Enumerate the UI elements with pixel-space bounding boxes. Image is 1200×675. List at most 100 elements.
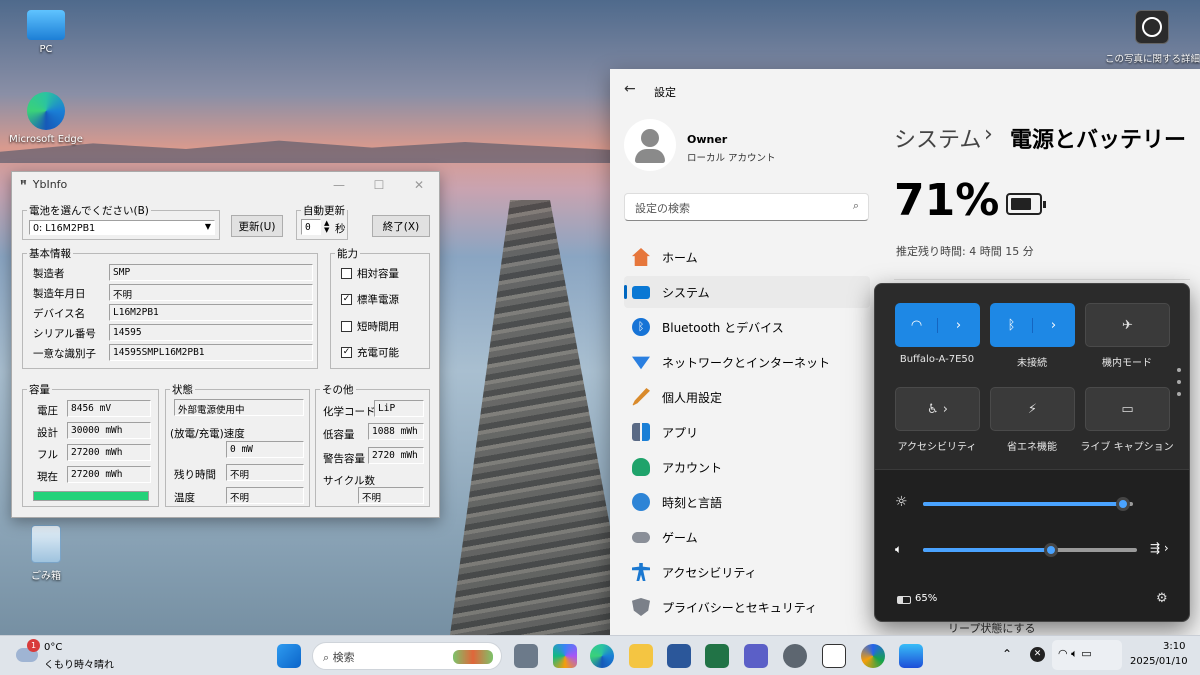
maps-icon[interactable] (861, 644, 885, 668)
volume-slider[interactable] (923, 543, 1137, 557)
task-view-icon[interactable] (514, 644, 538, 668)
capacity-progress-bar (33, 491, 149, 501)
nav-item-network[interactable]: ネットワークとインターネット (624, 346, 870, 378)
search-placeholder: 設定の検索 (635, 202, 690, 215)
temp-value: 不明 (226, 487, 304, 504)
bluetooth-tile[interactable]: ᛒ › (990, 303, 1075, 347)
word-icon[interactable] (667, 644, 691, 668)
nav-item-home[interactable]: ホーム (624, 241, 870, 273)
page-dot[interactable] (1177, 380, 1181, 384)
page-title: 電源とバッテリー (1010, 128, 1187, 153)
ability-checkbox[interactable]: ✓ 充電可能 (341, 345, 399, 360)
auto-update-input[interactable]: 0 (301, 219, 321, 235)
weather-temp[interactable]: 0°C (44, 642, 62, 653)
back-arrow-icon[interactable]: ← (624, 81, 636, 97)
settings-search-input[interactable]: 設定の検索 ⌕ (624, 193, 869, 221)
ybinfo-window: ꟸ YbInfo — ☐ ✕ 電池を選んでください(B) 0: L16M2PB1 ▼ … (11, 171, 440, 518)
nav-item-accessibility[interactable]: アクセシビリティ (624, 556, 870, 588)
seconds-label: 秒 (335, 223, 346, 235)
nav-item-accounts[interactable]: アカウント (624, 451, 870, 483)
battery-icon: ▭ (1081, 647, 1092, 660)
file-explorer-icon[interactable] (629, 644, 653, 668)
nav-label: プライバシーとセキュリティ (662, 600, 818, 615)
nav-item-apps[interactable]: アプリ (624, 416, 870, 448)
chevron-right-icon[interactable]: › (937, 317, 979, 333)
battery-select[interactable]: 0: L16M2PB1 ▼ (29, 220, 215, 235)
start-icon[interactable] (277, 644, 301, 668)
edge-icon[interactable] (590, 644, 614, 668)
battery-select-group: 電池を選んでください(B) 0: L16M2PB1 ▼ (22, 203, 220, 240)
desktop-icon-pc[interactable]: PC (6, 10, 86, 55)
ybinfo-app-icon[interactable] (822, 644, 846, 668)
remain-label: 残り時間 (174, 469, 216, 481)
bluetooth-label: 未接続 (1017, 358, 1047, 369)
ability-group: 能力 相対容量 ✓ 標準電源 短時間用 ✓ 充電可能 (330, 246, 430, 369)
exit-button[interactable]: 終了(X) (372, 215, 430, 237)
breadcrumb-parent[interactable]: システム (894, 122, 981, 154)
airplane-icon: ✈ (1122, 317, 1133, 333)
clock-time[interactable]: 3:10 (1163, 641, 1185, 652)
wifi-tile[interactable]: ◠ › (895, 303, 980, 347)
brightness-slider[interactable] (923, 497, 1133, 511)
spinner-arrows-icon[interactable]: ▲ ▼ (324, 220, 329, 234)
recycle-bin-icon (31, 525, 61, 563)
desktop-icon-edge[interactable]: Microsoft Edge (6, 92, 86, 145)
nav-item-privacy[interactable]: プライバシーとセキュリティ (624, 591, 870, 623)
device-name-label: デバイス名 (33, 308, 86, 320)
page-dot[interactable] (1177, 368, 1181, 372)
close-icon[interactable]: ✕ (399, 178, 439, 192)
shield-icon (632, 598, 650, 616)
close-icon[interactable]: ✕ (1030, 647, 1045, 662)
page-dot[interactable] (1177, 392, 1181, 396)
audio-output-icon[interactable]: ⇶ › (1150, 541, 1169, 555)
wifi-label: Buffalo-A-7E50 (899, 354, 975, 365)
brightness-knob[interactable] (1115, 497, 1130, 511)
nav-item-system[interactable]: システム (624, 276, 870, 308)
copilot-icon[interactable] (553, 644, 577, 668)
nav-label: ホーム (662, 250, 698, 265)
clock-date[interactable]: 2025/01/10 (1130, 656, 1188, 667)
nav-item-bluetooth[interactable]: ᛒ Bluetooth とデバイス (624, 311, 870, 343)
capacity-legend: 容量 (27, 382, 52, 397)
settings-gear-icon[interactable]: ⚙ (1156, 591, 1168, 606)
minimize-icon[interactable]: — (319, 178, 359, 192)
accessibility-tile[interactable]: ♿ › (895, 387, 980, 431)
energy-saver-tile[interactable]: ⚡ (990, 387, 1075, 431)
maximize-icon[interactable]: ☐ (359, 178, 399, 192)
serial-label: シリアル番号 (33, 328, 96, 340)
nav-item-personalization[interactable]: 個人用設定 (624, 381, 870, 413)
photos-icon[interactable] (899, 644, 923, 668)
nav-label: アプリ (662, 425, 699, 440)
mfg-date-value: 不明 (109, 284, 313, 301)
capacity-progress-fill (34, 492, 148, 500)
ability-checkbox[interactable]: ✓ 標準電源 (341, 292, 399, 307)
teams-icon[interactable] (744, 644, 768, 668)
settings-app-icon[interactable] (783, 644, 807, 668)
desktop-icon-label: ごみ箱 (31, 571, 61, 582)
low-label: 低容量 (323, 429, 355, 441)
mfg-date-label: 製造年月日 (33, 288, 86, 300)
chevron-right-icon[interactable]: › (1032, 317, 1074, 333)
nav-label: システム (662, 285, 710, 300)
system-tray-group[interactable]: ◠ 🔈︎ ▭ (1052, 640, 1122, 670)
desktop-icon-recycle-bin[interactable]: ごみ箱 (6, 525, 86, 582)
ability-checkbox[interactable]: 相対容量 (341, 266, 399, 281)
update-button[interactable]: 更新(U) (231, 215, 283, 237)
system-icon (632, 285, 650, 299)
checkbox-box (341, 321, 352, 332)
ability-label: 標準電源 (357, 294, 399, 306)
nav-item-time-language[interactable]: 時刻と言語 (624, 486, 870, 518)
airplane-tile[interactable]: ✈ (1085, 303, 1170, 347)
chevron-up-icon[interactable]: ⌃ (1002, 647, 1012, 661)
nav-item-gaming[interactable]: ゲーム (624, 521, 870, 553)
chevron-down-icon: ▼ (204, 222, 211, 231)
weather-text[interactable]: くもり時々晴れ (44, 656, 114, 671)
cycle-label: サイクル数 (323, 475, 375, 487)
photo-info-icon[interactable] (1135, 10, 1169, 44)
taskbar-search-input[interactable]: ⌕ 検索 (312, 642, 502, 670)
accessibility-icon (632, 563, 650, 581)
ability-checkbox[interactable]: 短時間用 (341, 319, 399, 334)
excel-icon[interactable] (705, 644, 729, 668)
battery-percent-small[interactable]: 65% (915, 593, 937, 604)
live-caption-tile[interactable]: ▭ (1085, 387, 1170, 431)
